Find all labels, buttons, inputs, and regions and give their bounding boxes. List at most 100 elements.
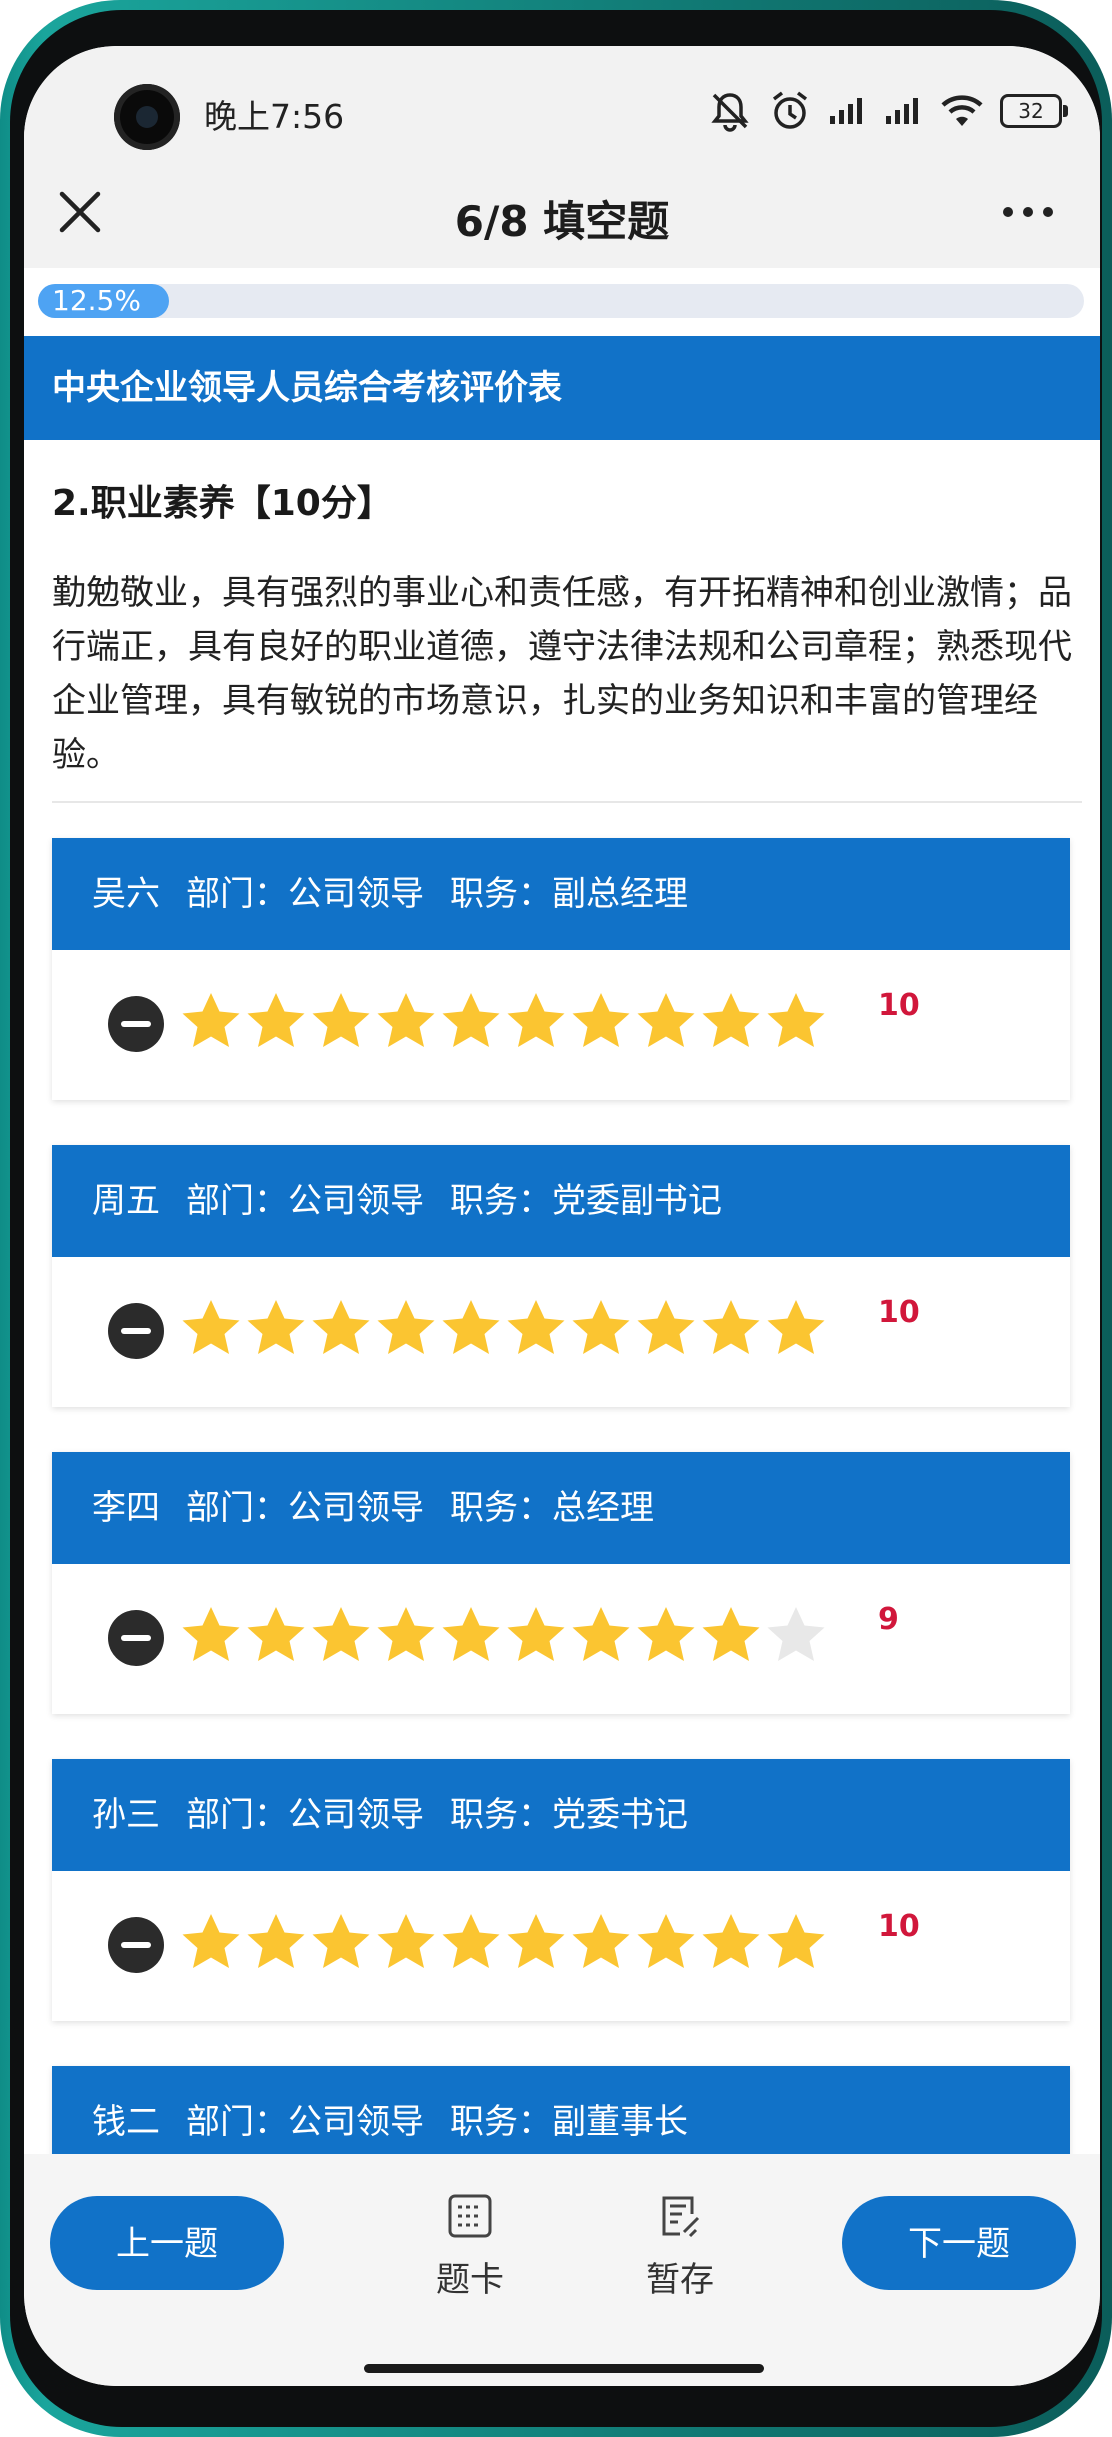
- star-filled-icon[interactable]: [245, 1911, 307, 1973]
- battery-icon: 32: [1000, 94, 1068, 128]
- star-filled-icon[interactable]: [440, 1604, 502, 1666]
- star-rating[interactable]: [180, 1911, 830, 1973]
- star-filled-icon[interactable]: [310, 1604, 372, 1666]
- question-title: 2.职业素养【10分】: [52, 483, 393, 524]
- star-filled-icon[interactable]: [245, 990, 307, 1052]
- star-filled-icon[interactable]: [635, 1911, 697, 1973]
- minus-icon[interactable]: [108, 996, 164, 1052]
- person-role: 职务：党委副书记: [450, 1181, 722, 1221]
- star-filled-icon[interactable]: [375, 1604, 437, 1666]
- star-filled-icon[interactable]: [180, 1911, 242, 1973]
- section-header: 中央企业领导人员综合考核评价表: [24, 336, 1100, 440]
- signal-icon: [886, 98, 918, 124]
- person-name: 周五: [92, 1181, 160, 1221]
- minus-icon[interactable]: [108, 1303, 164, 1359]
- person-dept: 部门：公司领导: [186, 1488, 424, 1528]
- score-value: 10: [878, 1295, 920, 1330]
- star-filled-icon[interactable]: [180, 1297, 242, 1359]
- star-filled-icon[interactable]: [245, 1604, 307, 1666]
- rating-card-header: 孙三 部门：公司领导 职务：党委书记: [52, 1759, 1070, 1871]
- next-button[interactable]: 下一题: [842, 2196, 1076, 2290]
- rating-card-header: 李四 部门：公司领导 职务：总经理: [52, 1452, 1070, 1564]
- star-empty-icon[interactable]: [765, 1604, 827, 1666]
- person-role: 职务：副总经理: [450, 874, 688, 914]
- signal-icon: [830, 98, 862, 124]
- rating-row: 9: [52, 1564, 1070, 1714]
- star-filled-icon[interactable]: [765, 1911, 827, 1973]
- star-filled-icon[interactable]: [700, 990, 762, 1052]
- progress-fill: 12.5%: [38, 284, 169, 318]
- rating-card: 孙三 部门：公司领导 职务：党委书记 10: [52, 1759, 1070, 2021]
- save-draft-label: 暂存: [646, 2260, 714, 2300]
- rating-card: 李四 部门：公司领导 职务：总经理 9: [52, 1452, 1070, 1714]
- phone-frame: 晚上7:56 32 6/8 填空题 12.5% 中央企业领导人员综合考核评价表 …: [0, 0, 1112, 2437]
- star-filled-icon[interactable]: [180, 990, 242, 1052]
- star-filled-icon[interactable]: [765, 990, 827, 1052]
- star-filled-icon[interactable]: [635, 1604, 697, 1666]
- status-time: 晚上7:56: [204, 97, 345, 136]
- star-filled-icon[interactable]: [375, 1297, 437, 1359]
- person-dept: 部门：公司领导: [186, 874, 424, 914]
- star-filled-icon[interactable]: [700, 1911, 762, 1973]
- more-icon[interactable]: [998, 192, 1058, 232]
- alarm-icon: [772, 91, 808, 129]
- star-filled-icon[interactable]: [635, 990, 697, 1052]
- star-filled-icon[interactable]: [375, 1911, 437, 1973]
- status-icons: 32: [708, 86, 1068, 136]
- minus-icon[interactable]: [108, 1610, 164, 1666]
- star-filled-icon[interactable]: [700, 1297, 762, 1359]
- question-card-label: 题卡: [436, 2260, 504, 2300]
- top-bar: 晚上7:56 32 6/8 填空题: [24, 46, 1100, 268]
- minus-icon[interactable]: [108, 1917, 164, 1973]
- status-bar: 晚上7:56 32: [24, 46, 1100, 150]
- star-filled-icon[interactable]: [310, 1911, 372, 1973]
- star-filled-icon[interactable]: [310, 1297, 372, 1359]
- star-filled-icon[interactable]: [505, 1297, 567, 1359]
- edit-note-icon: [662, 2196, 700, 2238]
- person-role: 职务：副董事长: [450, 2102, 688, 2142]
- person-dept: 部门：公司领导: [186, 1795, 424, 1835]
- star-filled-icon[interactable]: [440, 1911, 502, 1973]
- rating-row: 10: [52, 950, 1070, 1100]
- star-filled-icon[interactable]: [570, 1297, 632, 1359]
- star-filled-icon[interactable]: [440, 1297, 502, 1359]
- star-filled-icon[interactable]: [570, 990, 632, 1052]
- person-dept: 部门：公司领导: [186, 1181, 424, 1221]
- star-filled-icon[interactable]: [180, 1604, 242, 1666]
- score-value: 10: [878, 1909, 920, 1944]
- star-filled-icon[interactable]: [505, 990, 567, 1052]
- prev-button[interactable]: 上一题: [50, 2196, 284, 2290]
- person-role: 职务：党委书记: [450, 1795, 688, 1835]
- grid-icon: [448, 2194, 492, 2238]
- question-card-button[interactable]: 题卡: [410, 2192, 530, 2301]
- star-rating[interactable]: [180, 1297, 830, 1359]
- star-filled-icon[interactable]: [505, 1604, 567, 1666]
- star-filled-icon[interactable]: [245, 1297, 307, 1359]
- rating-card-header: 周五 部门：公司领导 职务：党委副书记: [52, 1145, 1070, 1257]
- star-filled-icon[interactable]: [440, 990, 502, 1052]
- person-dept: 部门：公司领导: [186, 2102, 424, 2142]
- star-rating[interactable]: [180, 1604, 830, 1666]
- star-filled-icon[interactable]: [570, 1911, 632, 1973]
- star-filled-icon[interactable]: [570, 1604, 632, 1666]
- rating-card: 吴六 部门：公司领导 职务：副总经理 10: [52, 838, 1070, 1100]
- person-name: 吴六: [92, 874, 160, 914]
- progress-bar: 12.5%: [38, 284, 1084, 318]
- star-filled-icon[interactable]: [505, 1911, 567, 1973]
- person-name: 钱二: [92, 2102, 160, 2142]
- divider: [52, 801, 1082, 803]
- nav-bar: 6/8 填空题: [24, 164, 1100, 264]
- rating-card-header: 吴六 部门：公司领导 职务：副总经理: [52, 838, 1070, 950]
- mute-icon: [711, 93, 749, 132]
- star-filled-icon[interactable]: [635, 1297, 697, 1359]
- person-name: 李四: [92, 1488, 160, 1528]
- star-filled-icon[interactable]: [765, 1297, 827, 1359]
- person-name: 孙三: [92, 1795, 160, 1835]
- star-filled-icon[interactable]: [375, 990, 437, 1052]
- rating-card: 周五 部门：公司领导 职务：党委副书记 10: [52, 1145, 1070, 1407]
- star-filled-icon[interactable]: [310, 990, 372, 1052]
- save-draft-button[interactable]: 暂存: [620, 2192, 740, 2301]
- star-rating[interactable]: [180, 990, 830, 1052]
- person-role: 职务：总经理: [450, 1488, 654, 1528]
- star-filled-icon[interactable]: [700, 1604, 762, 1666]
